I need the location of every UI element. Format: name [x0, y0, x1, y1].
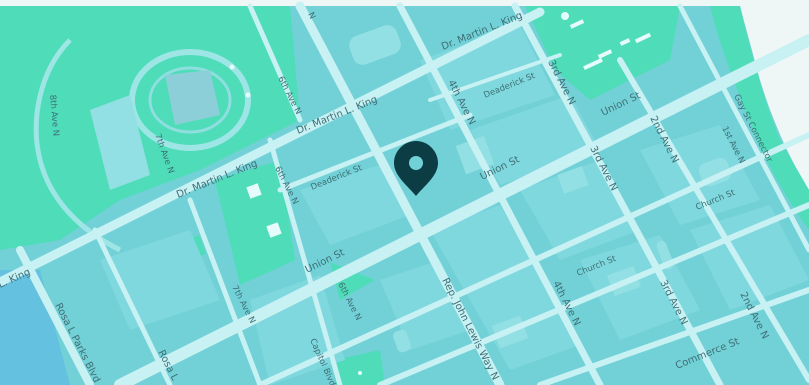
map-top-edge	[0, 0, 809, 6]
map-canvas[interactable]: Dr. Martin L. King Dr. Martin L. King Dr…	[0, 0, 809, 385]
map-view[interactable]: Dr. Martin L. King Dr. Martin L. King Dr…	[0, 0, 809, 385]
